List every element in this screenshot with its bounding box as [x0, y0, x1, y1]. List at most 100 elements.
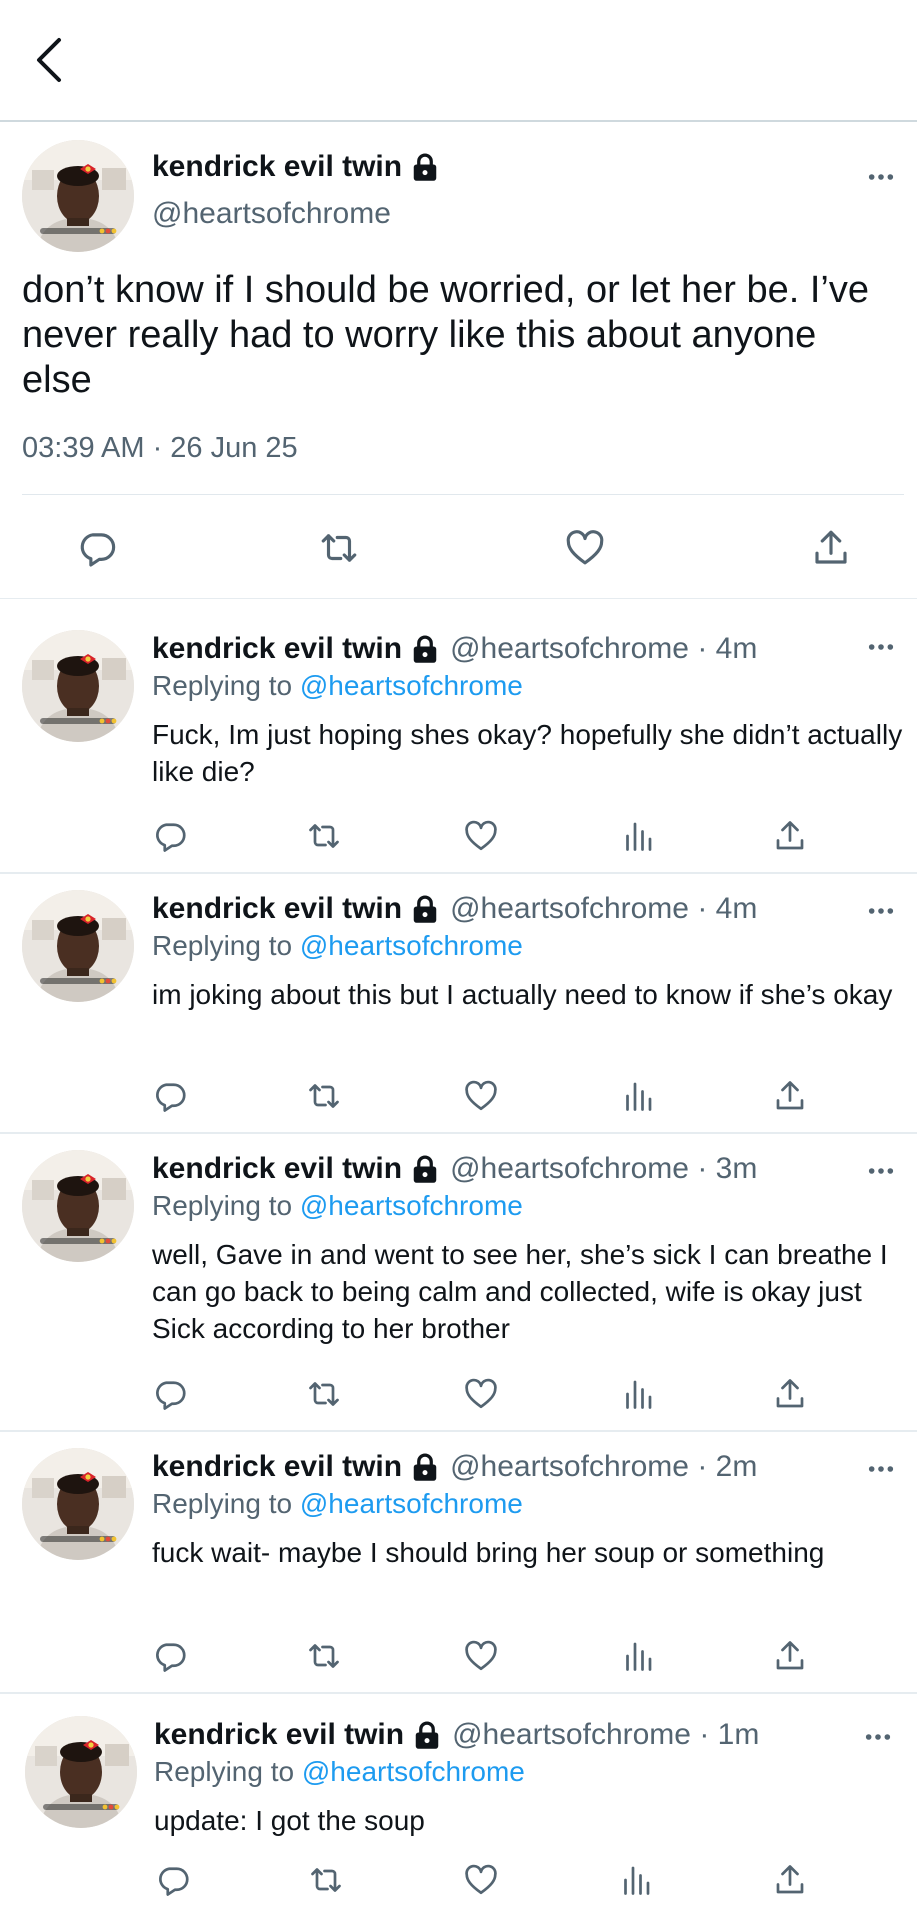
tweet-text: update: I got the soup [154, 1805, 425, 1836]
retweet-button[interactable] [308, 1862, 344, 1898]
author-name[interactable]: kendrick evil twin [152, 1152, 402, 1186]
reply-tweet: kendrick evil twin @heartsofchrome · 3m … [0, 1134, 917, 1432]
more-options-button[interactable] [867, 1464, 895, 1474]
retweet-icon [306, 1078, 342, 1114]
back-button[interactable] [28, 32, 68, 88]
share-icon [772, 1638, 808, 1674]
reply-button[interactable] [152, 1078, 188, 1114]
reply-button[interactable] [152, 1638, 188, 1674]
replying-to-handle[interactable]: @heartsofchrome [300, 670, 523, 701]
lock-icon [412, 1720, 442, 1750]
heart-icon [463, 818, 499, 854]
replying-to-label: Replying to [152, 1190, 300, 1221]
avatar[interactable] [22, 890, 134, 1002]
replying-to-handle[interactable]: @heartsofchrome [300, 1488, 523, 1519]
avatar[interactable] [22, 1448, 134, 1560]
share-button[interactable] [810, 527, 852, 569]
replying-to-handle[interactable]: @heartsofchrome [302, 1756, 525, 1787]
author-handle[interactable]: @heartsofchrome [152, 197, 391, 231]
reply-tweet: kendrick evil twin @heartsofchrome · 1m … [0, 1694, 917, 1920]
reply-tweet: kendrick evil twin @heartsofchrome · 4m … [0, 600, 917, 874]
share-icon [772, 1078, 808, 1114]
more-options-button[interactable] [867, 1166, 895, 1176]
author-name[interactable]: kendrick evil twin [152, 1450, 402, 1484]
tweet-text: well, Gave in and went to see her, she’s… [152, 1239, 888, 1344]
like-button[interactable] [463, 1078, 499, 1114]
author-handle-time[interactable]: @heartsofchrome · 4m [450, 632, 757, 666]
views-button[interactable] [620, 1638, 656, 1674]
heart-icon [463, 1078, 499, 1114]
author-name[interactable]: kendrick evil twin [152, 150, 402, 184]
author-name-line: kendrick evil twin [152, 150, 440, 184]
more-icon [864, 1732, 892, 1742]
more-options-button[interactable] [867, 172, 895, 182]
like-button[interactable] [463, 1862, 499, 1898]
more-options-button[interactable] [864, 1732, 892, 1742]
tweet-timestamp[interactable]: 03:39 AM · 26 Jun 25 [22, 432, 298, 465]
author-name[interactable]: kendrick evil twin [152, 892, 402, 926]
retweet-button[interactable] [306, 1078, 342, 1114]
replying-to: Replying to @heartsofchrome [152, 1190, 523, 1222]
replying-to-label: Replying to [154, 1756, 302, 1787]
tweet-text: don’t know if I should be worried, or le… [22, 269, 870, 401]
more-options-button[interactable] [867, 642, 895, 652]
reply-header: kendrick evil twin @heartsofchrome · 4m [152, 632, 757, 666]
retweet-icon [306, 1376, 342, 1412]
avatar[interactable] [22, 140, 134, 252]
retweet-button[interactable] [306, 818, 342, 854]
more-icon [867, 906, 895, 916]
chevron-left-icon [37, 38, 61, 82]
tweet-text: im joking about this but I actually need… [152, 979, 893, 1010]
share-button[interactable] [772, 1376, 808, 1412]
more-options-button[interactable] [867, 906, 895, 916]
avatar[interactable] [25, 1716, 137, 1828]
share-icon [772, 818, 808, 854]
reply-button[interactable] [152, 1376, 188, 1412]
retweet-icon [306, 818, 342, 854]
share-icon [772, 1376, 808, 1412]
share-button[interactable] [772, 1078, 808, 1114]
author-handle-time[interactable]: @heartsofchrome · 4m [450, 892, 757, 926]
replying-to-handle[interactable]: @heartsofchrome [300, 1190, 523, 1221]
views-button[interactable] [620, 1376, 656, 1412]
share-button[interactable] [772, 818, 808, 854]
like-button[interactable] [564, 527, 606, 569]
like-button[interactable] [463, 1376, 499, 1412]
share-button[interactable] [772, 1862, 808, 1898]
replying-to-handle[interactable]: @heartsofchrome [300, 930, 523, 961]
heart-icon [564, 527, 606, 569]
retweet-button[interactable] [306, 1376, 342, 1412]
stats-icon [620, 818, 656, 854]
like-button[interactable] [463, 818, 499, 854]
share-button[interactable] [772, 1638, 808, 1674]
more-icon [867, 1166, 895, 1176]
reply-button[interactable] [152, 818, 188, 854]
reply-button[interactable] [76, 527, 118, 569]
views-button[interactable] [620, 818, 656, 854]
avatar[interactable] [22, 630, 134, 742]
tweet-actions [0, 517, 917, 577]
stats-icon [620, 1078, 656, 1114]
avatar[interactable] [22, 1150, 134, 1262]
author-handle-time[interactable]: @heartsofchrome · 1m [452, 1718, 759, 1752]
author-handle-time[interactable]: @heartsofchrome · 2m [450, 1450, 757, 1484]
reply-button[interactable] [155, 1862, 191, 1898]
views-button[interactable] [618, 1862, 654, 1898]
like-button[interactable] [463, 1638, 499, 1674]
retweet-button[interactable] [306, 1638, 342, 1674]
more-icon [867, 172, 895, 182]
reply-tweet: kendrick evil twin @heartsofchrome · 4m … [0, 874, 917, 1134]
views-button[interactable] [620, 1078, 656, 1114]
lock-icon [410, 1154, 440, 1184]
more-icon [867, 642, 895, 652]
reply-icon [76, 527, 118, 569]
tweet-text: fuck wait- maybe I should bring her soup… [152, 1537, 825, 1568]
author-name[interactable]: kendrick evil twin [154, 1718, 404, 1752]
author-handle-time[interactable]: @heartsofchrome · 3m [450, 1152, 757, 1186]
top-navigation-bar [0, 0, 917, 122]
replying-to-label: Replying to [152, 1488, 300, 1519]
retweet-icon [308, 1862, 344, 1898]
author-name[interactable]: kendrick evil twin [152, 632, 402, 666]
retweet-button[interactable] [318, 527, 360, 569]
stats-icon [618, 1862, 654, 1898]
